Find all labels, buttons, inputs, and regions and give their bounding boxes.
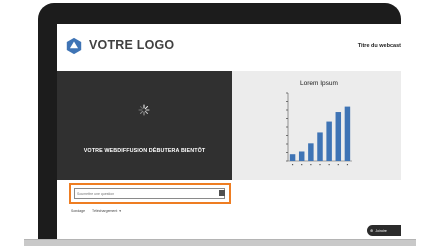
chevron-down-icon: ▾ bbox=[119, 209, 122, 213]
chart-bar bbox=[298, 151, 305, 161]
page-header: VOTRE LOGO Titre du webcast bbox=[57, 24, 401, 71]
player-status-message: VOTRE WEBDIFFUSION DÉBUTERA BIENTÔT bbox=[83, 148, 206, 154]
chart-x-tick-label bbox=[310, 164, 312, 166]
laptop-base bbox=[24, 239, 416, 246]
tab-poll[interactable]: Sondage bbox=[71, 209, 85, 213]
chart-bar bbox=[308, 143, 314, 161]
tab-downloads-label: Téléchargement bbox=[92, 209, 118, 213]
chart-bar bbox=[289, 154, 296, 161]
video-player[interactable]: VOTRE WEBDIFFUSION DÉBUTERA BIENTÔT bbox=[57, 71, 232, 180]
question-input[interactable] bbox=[74, 188, 225, 199]
logo-text: VOTRE LOGO bbox=[89, 38, 175, 52]
join-button-label: Joindre bbox=[375, 229, 387, 233]
webcast-title: Titre du webcast bbox=[357, 43, 401, 49]
chart-x-tick-label bbox=[291, 164, 294, 166]
slide-panel: Lorem Ipsum bbox=[232, 71, 401, 180]
chart-bar bbox=[317, 132, 323, 161]
chart-x-tick-label bbox=[301, 164, 303, 166]
chart-x-tick-label bbox=[328, 164, 330, 166]
question-box bbox=[69, 183, 231, 204]
chart-x-tick-label bbox=[337, 164, 339, 166]
send-icon[interactable] bbox=[219, 190, 225, 196]
slide-title: Lorem Ipsum bbox=[300, 80, 338, 87]
tab-downloads[interactable]: Téléchargement ▾ bbox=[92, 209, 121, 213]
logo-icon bbox=[66, 37, 82, 55]
join-button[interactable]: ⊕ Joindre bbox=[367, 225, 401, 236]
laptop-screen: VOTRE LOGO Titre du webcast VOTRE WEBDIF… bbox=[57, 24, 401, 239]
chart-x-tick-label bbox=[346, 164, 349, 166]
loading-spinner-icon bbox=[138, 104, 150, 116]
join-icon: ⊕ bbox=[370, 228, 374, 233]
chart-bar bbox=[344, 106, 351, 161]
scene: VOTRE LOGO Titre du webcast VOTRE WEBDIF… bbox=[0, 0, 436, 246]
tab-bar: Sondage Téléchargement ▾ bbox=[71, 209, 127, 213]
chart-bar bbox=[335, 112, 342, 161]
slide-bar-chart bbox=[286, 92, 352, 166]
chart-x-tick-label bbox=[319, 164, 321, 166]
chart-bar bbox=[326, 121, 332, 161]
